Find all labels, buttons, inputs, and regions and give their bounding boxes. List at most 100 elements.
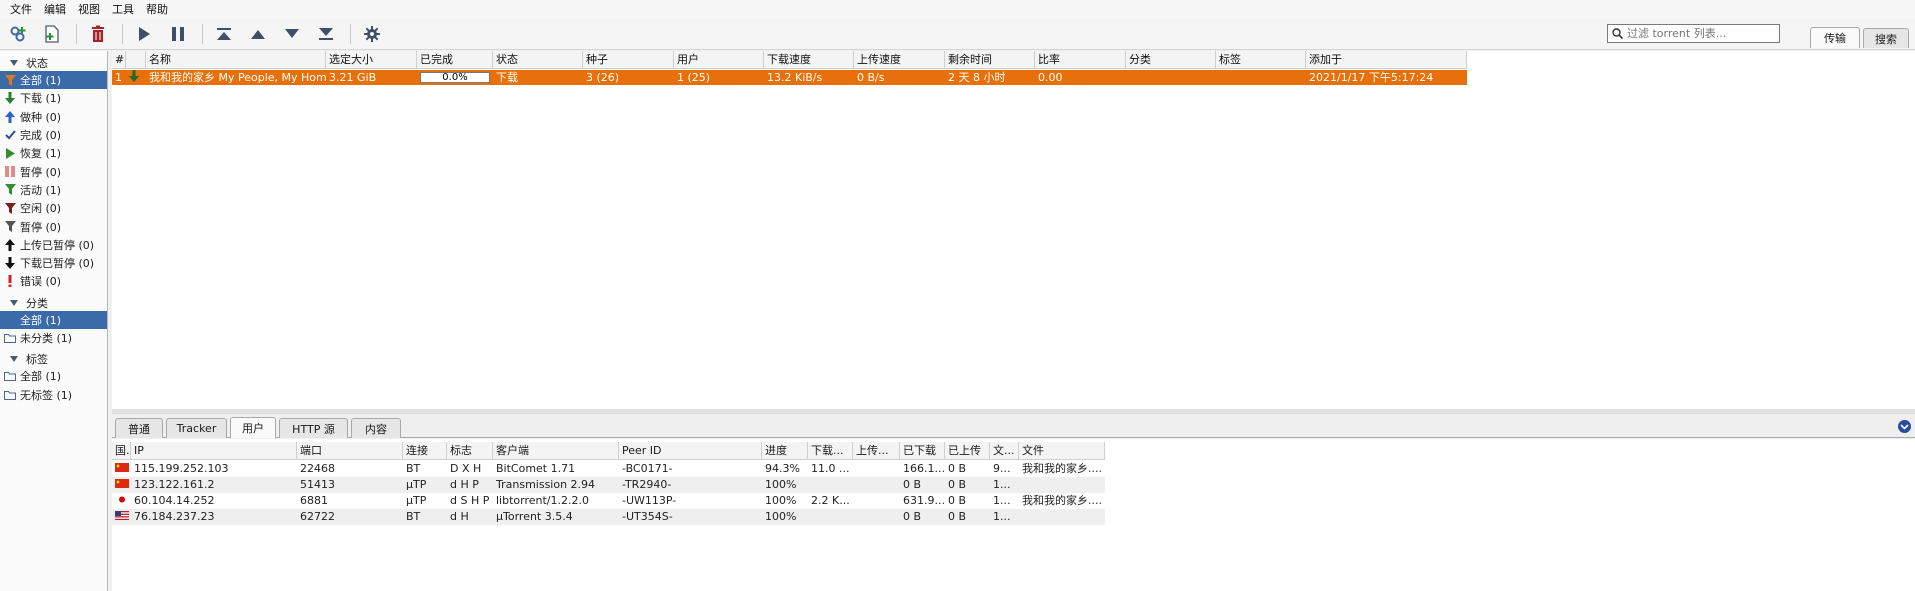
status-section-header[interactable]: 状态 <box>0 55 107 71</box>
pause-button[interactable] <box>168 24 188 44</box>
column-header[interactable] <box>126 51 146 69</box>
status-filter-label: 做种 (0) <box>20 110 62 124</box>
status-filter-item[interactable]: 错误 (0) <box>0 272 107 290</box>
tab-tracker[interactable]: Tracker <box>166 418 227 438</box>
delete-torrent-button[interactable] <box>88 24 108 44</box>
add-torrent-link-button[interactable] <box>8 24 28 44</box>
status-filter-item[interactable]: 空闲 (0) <box>0 199 107 217</box>
peer-column-header[interactable]: 文件 <box>1019 442 1105 460</box>
column-header[interactable]: 分类 <box>1126 51 1216 69</box>
up-arrow-icon <box>4 238 16 251</box>
status-filter-item[interactable]: 暂停 (0) <box>0 217 107 235</box>
peer-column-header[interactable]: 国. <box>112 442 131 460</box>
column-header[interactable]: 标签 <box>1216 51 1306 69</box>
peer-column-header[interactable]: 上传... <box>853 442 900 460</box>
tab-general[interactable]: 普通 <box>115 418 163 438</box>
menu-view[interactable]: 视图 <box>74 1 108 17</box>
move-up-button[interactable] <box>248 24 268 44</box>
status-filter-item[interactable]: 全部 (1) <box>0 71 107 90</box>
peer-uploaded: 0 B <box>948 510 967 523</box>
tag-item-untagged[interactable]: 无标签 (1) <box>0 385 107 403</box>
peer-column-header[interactable]: 文... <box>990 442 1019 460</box>
category-item-all[interactable]: 全部 (1) <box>0 310 107 329</box>
tab-peers[interactable]: 用户 <box>230 417 276 438</box>
status-filter-item[interactable]: 下载已暂停 (0) <box>0 254 107 272</box>
move-top-button[interactable] <box>214 24 234 44</box>
menu-edit[interactable]: 编辑 <box>40 1 74 17</box>
peer-column-header[interactable]: 已上传 <box>945 442 990 460</box>
torrent-added: 2021/1/17 下午5:17:24 <box>1309 71 1434 84</box>
column-header[interactable]: 种子 <box>583 51 674 69</box>
peer-uploaded: 0 B <box>948 494 967 507</box>
down-arrow-icon <box>4 257 16 270</box>
column-header[interactable]: 已完成 <box>417 51 493 69</box>
menu-file[interactable]: 文件 <box>6 1 40 17</box>
peer-downloaded: 0 B <box>903 478 922 491</box>
add-torrent-file-button[interactable] <box>42 24 62 44</box>
status-filter-item[interactable]: 活动 (1) <box>0 181 107 199</box>
tab-transfers[interactable]: 传输 <box>1810 27 1860 48</box>
status-filter-item[interactable]: 完成 (0) <box>0 126 107 144</box>
tag-item-label: 无标签 (1) <box>20 388 73 402</box>
tab-http-sources[interactable]: HTTP 源 <box>279 418 348 438</box>
peer-row[interactable]: 76.184.237.23 62722 BT d H μTorrent 3.5.4 -UT… <box>112 509 1105 525</box>
status-filter-item[interactable]: 上传已暂停 (0) <box>0 236 107 254</box>
peer-column-header[interactable]: 标志 <box>447 442 493 460</box>
torrent-row[interactable]: 1 我和我的家乡 My People, My Hom... 3.21 GiB 0… <box>112 70 1467 85</box>
peer-ip: 115.199.252.103 <box>134 462 229 475</box>
filter-field[interactable] <box>1607 24 1780 43</box>
move-down-button[interactable] <box>282 24 302 44</box>
menu-help[interactable]: 帮助 <box>142 1 176 17</box>
status-filter-label: 完成 (0) <box>20 129 62 143</box>
menu-tools[interactable]: 工具 <box>108 1 142 17</box>
status-filter-item[interactable]: 暂停 (0) <box>0 162 107 180</box>
peer-column-header[interactable]: 客户端 <box>493 442 619 460</box>
peer-column-header[interactable]: 进度 <box>762 442 808 460</box>
filter-icon <box>4 221 16 233</box>
peer-column-header[interactable]: IP <box>131 442 297 460</box>
peer-column-header[interactable]: 连接 <box>403 442 447 460</box>
filter-input[interactable] <box>1627 27 1777 40</box>
peer-column-header[interactable]: 已下载 <box>900 442 945 460</box>
column-header[interactable]: 比率 <box>1035 51 1126 69</box>
status-filter-label: 空闲 (0) <box>20 202 62 216</box>
peer-column-header[interactable]: Peer ID <box>619 442 762 460</box>
chevron-down-icon <box>1900 423 1909 430</box>
peer-row[interactable]: 123.122.161.2 51413 μTP d H P Transmission 2… <box>112 477 1105 493</box>
column-header[interactable]: # <box>112 51 126 69</box>
folder-icon <box>4 370 16 382</box>
peer-row[interactable]: 115.199.252.103 22468 BT D X H BitComet 1.71… <box>112 461 1105 477</box>
category-section-header[interactable]: 分类 <box>0 295 107 311</box>
peer-port: 51413 <box>300 478 335 491</box>
column-header[interactable]: 下载速度 <box>764 51 854 69</box>
status-filter-label: 暂停 (0) <box>20 220 62 234</box>
column-header[interactable]: 名称 <box>146 51 326 69</box>
peer-column-header[interactable]: 端口 <box>297 442 403 460</box>
tab-content[interactable]: 内容 <box>351 418 401 438</box>
tab-search[interactable]: 搜索 <box>1863 28 1909 48</box>
peer-progress: 100% <box>765 510 797 523</box>
resume-button[interactable] <box>134 24 154 44</box>
status-filter-item[interactable]: 做种 (0) <box>0 108 107 126</box>
peer-ip: 60.104.14.252 <box>134 494 215 507</box>
torrent-category <box>1126 70 1216 85</box>
peer-ul <box>853 461 900 477</box>
column-header[interactable]: 状态 <box>493 51 583 69</box>
column-header[interactable]: 添加于 <box>1306 51 1467 69</box>
properties-tabbar: 普通 Tracker 用户 HTTP 源 内容 <box>112 414 1915 438</box>
column-header[interactable]: 上传速度 <box>854 51 945 69</box>
status-filter-item[interactable]: 下载 (1) <box>0 89 107 107</box>
tag-item-all[interactable]: 全部 (1) <box>0 367 107 385</box>
status-filter-item[interactable]: 恢复 (1) <box>0 144 107 162</box>
column-header[interactable]: 剩余时间 <box>945 51 1035 69</box>
collapse-panel-button[interactable] <box>1898 420 1911 433</box>
peer-row[interactable]: 60.104.14.252 6881 μTP d S H P libtorrent/1.… <box>112 493 1105 509</box>
move-bottom-button[interactable] <box>316 24 336 44</box>
tag-section-header[interactable]: 标签 <box>0 351 107 367</box>
category-item-uncategorized[interactable]: 未分类 (1) <box>0 329 107 347</box>
peer-column-header[interactable]: 下载... <box>808 442 853 460</box>
peer-progress: 100% <box>765 494 797 507</box>
column-header[interactable]: 用户 <box>674 51 764 69</box>
column-header[interactable]: 选定大小 <box>326 51 417 69</box>
options-button[interactable] <box>362 24 382 44</box>
